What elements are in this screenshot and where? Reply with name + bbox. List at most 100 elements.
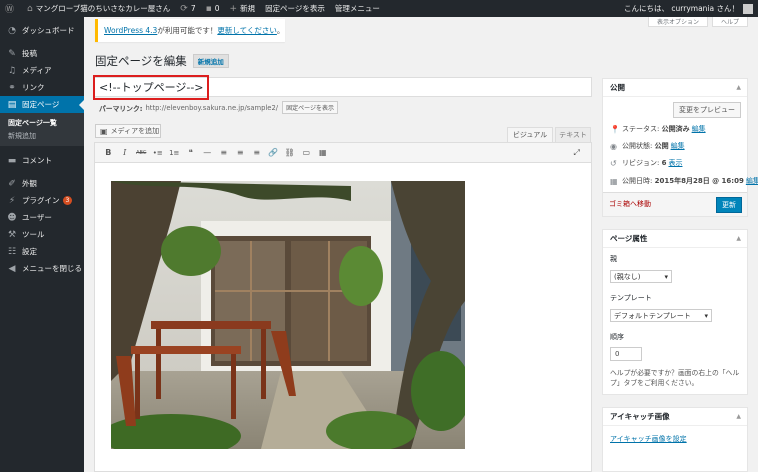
- sidebar-item-label: リンク: [22, 83, 45, 92]
- toggle-arrow-icon[interactable]: ▲: [736, 235, 741, 242]
- comment-bubble-icon: ▪: [205, 3, 212, 14]
- update-link[interactable]: 更新してください: [217, 25, 277, 36]
- sidebar-item-label: プラグイン: [22, 196, 60, 205]
- add-new-button[interactable]: 新規追加: [192, 54, 229, 68]
- revisions-label: リビジョン:: [622, 159, 660, 167]
- publish-box-header[interactable]: 公開 ▲: [603, 79, 747, 97]
- visibility-row: ◉ 公開状態: 公開 編集: [610, 141, 685, 151]
- align-left-button[interactable]: ≡: [216, 148, 233, 157]
- date-value: 2015年8月28日 @ 16:09: [654, 177, 744, 185]
- sidebar-item-label: ユーザー: [22, 213, 52, 222]
- view-page-link[interactable]: 固定ページを表示: [260, 0, 330, 17]
- tab-text[interactable]: テキスト: [555, 127, 591, 142]
- sidebar-item-posts[interactable]: ✎ 投稿: [0, 45, 84, 62]
- plugin-icon: ⚡: [8, 195, 16, 206]
- calendar-icon: ▦: [610, 176, 618, 186]
- add-media-button[interactable]: ▣ メディアを追加: [95, 124, 161, 138]
- permalink-label: パーマリンク:: [99, 104, 143, 113]
- sidebar-item-links[interactable]: ⚭ リンク: [0, 79, 84, 96]
- horizontal-line-button[interactable]: —: [199, 148, 216, 157]
- settings-icon: ☷: [7, 246, 17, 257]
- publish-date-row: ▦ 公開日時: 2015年8月28日 @ 16:09 編集: [610, 176, 758, 186]
- move-to-trash-link[interactable]: ゴミ箱へ移動: [609, 199, 651, 209]
- permalink-url[interactable]: http://elevenboy.sakura.ne.jp/sample2/: [146, 104, 279, 112]
- wordpress-icon: Ⓦ: [5, 5, 15, 15]
- unlink-button[interactable]: ⛓: [282, 148, 299, 157]
- page-heading: 固定ページを編集 新規追加: [95, 53, 229, 69]
- page-attributes-header[interactable]: ページ属性 ▲: [603, 230, 747, 248]
- toggle-arrow-icon[interactable]: ▲: [736, 413, 741, 420]
- comments-link[interactable]: ▪ 0: [201, 0, 225, 17]
- visibility-label: 公開状態:: [622, 142, 653, 150]
- submenu-all-pages[interactable]: 固定ページ一覧: [0, 116, 84, 129]
- preview-changes-button[interactable]: 変更をプレビュー: [673, 102, 741, 118]
- strikethrough-button[interactable]: ABC: [133, 150, 150, 156]
- update-button[interactable]: 更新: [716, 197, 742, 213]
- sidebar-item-dashboard[interactable]: ◔ ダッシュボード: [0, 22, 84, 39]
- sidebar-item-appearance[interactable]: ✐ 外観: [0, 175, 84, 192]
- visibility-value: 公開: [654, 142, 669, 150]
- submenu-add-new[interactable]: 新規追加: [0, 129, 84, 142]
- featured-image-header[interactable]: アイキャッチ画像 ▲: [603, 408, 747, 426]
- screen-options-tab[interactable]: 表示オプション: [647, 17, 708, 27]
- numbered-list-button[interactable]: 1≡: [166, 149, 183, 157]
- wp-logo-menu[interactable]: Ⓦ: [0, 0, 22, 17]
- set-featured-image-link[interactable]: アイキャッチ画像を設定: [610, 434, 687, 444]
- new-content-link[interactable]: + 新規: [225, 0, 261, 17]
- user-icon: ☻: [7, 212, 17, 223]
- template-select[interactable]: デフォルトテンプレート ▾: [610, 309, 712, 322]
- page-title: 固定ページを編集: [95, 54, 187, 68]
- edit-date-link[interactable]: 編集: [746, 176, 758, 186]
- admin-menu-link[interactable]: 管理メニュー: [330, 0, 385, 17]
- template-value: デフォルトテンプレート: [614, 311, 691, 320]
- blockquote-button[interactable]: ❝: [183, 148, 200, 157]
- cafe-terrace-photo[interactable]: [111, 181, 465, 449]
- version-link[interactable]: WordPress 4.3: [104, 26, 157, 35]
- toggle-arrow-icon[interactable]: ▲: [736, 84, 741, 91]
- sidebar-item-media[interactable]: ♫ メディア: [0, 62, 84, 79]
- align-right-button[interactable]: ≡: [249, 148, 266, 157]
- brush-icon: ✐: [8, 178, 16, 189]
- tab-visual[interactable]: ビジュアル: [507, 127, 553, 142]
- page-attributes-box: ページ属性 ▲ 親 (親なし) ▾ テンプレート デフォルトテンプレート ▾ 順序 0…: [602, 229, 748, 395]
- sidebar-item-tools[interactable]: ⚒ ツール: [0, 226, 84, 243]
- edit-visibility-link[interactable]: 編集: [671, 141, 685, 151]
- add-media-label: メディアを追加: [110, 127, 160, 135]
- view-revisions-link[interactable]: 表示: [668, 158, 682, 168]
- view-page-button[interactable]: 固定ページを表示: [282, 101, 338, 114]
- sidebar-item-collapse[interactable]: ◀ メニューを閉じる: [0, 260, 84, 277]
- order-input[interactable]: 0: [610, 347, 642, 361]
- sidebar-item-label: 外観: [22, 179, 37, 188]
- parent-value: (親なし): [614, 272, 641, 281]
- sidebar-item-pages[interactable]: ▤ 固定ページ: [0, 96, 84, 113]
- status-label: ステータス:: [622, 125, 660, 133]
- italic-button[interactable]: I: [117, 148, 134, 157]
- align-center-button[interactable]: ≡: [232, 148, 249, 157]
- sidebar-item-settings[interactable]: ☷ 設定: [0, 243, 84, 260]
- sidebar-item-users[interactable]: ☻ ユーザー: [0, 209, 84, 226]
- admin-bar: Ⓦ ⌂ マングローブ猫のちいさなカレー屋さん ⟳ 7 ▪ 0 + 新規 固定ページを表示…: [0, 0, 758, 17]
- pin-status-icon: 📍: [610, 124, 620, 134]
- my-account[interactable]: こんにちは、 currymania さん！: [619, 0, 758, 17]
- help-tab[interactable]: ヘルプ: [711, 17, 748, 27]
- wrench-icon: ⚒: [7, 229, 17, 240]
- sidebar-item-comments[interactable]: ▬ コメント: [0, 152, 84, 169]
- bullet-list-button[interactable]: •≡: [150, 149, 167, 157]
- read-more-button[interactable]: ▭: [298, 148, 315, 157]
- bold-button[interactable]: B: [100, 148, 117, 157]
- sidebar-item-plugins[interactable]: ⚡ プラグイン 3: [0, 192, 84, 209]
- view-page-label: 固定ページを表示: [265, 4, 325, 13]
- fullscreen-icon[interactable]: ⤢: [569, 148, 586, 158]
- parent-select[interactable]: (親なし) ▾: [610, 270, 672, 283]
- publish-actions: ゴミ箱へ移動 更新: [603, 192, 747, 216]
- updates-count: 7: [190, 4, 196, 13]
- featured-image-title: アイキャッチ画像: [610, 412, 670, 421]
- insert-link-button[interactable]: 🔗: [265, 148, 282, 157]
- content-editor[interactable]: B I ABC •≡ 1≡ ❝ — ≡ ≡ ≡ 🔗 ⛓ ▭ ▦ ⤢: [94, 142, 592, 472]
- updates-link[interactable]: ⟳ 7: [175, 0, 200, 17]
- toolbar-toggle-button[interactable]: ▦: [315, 148, 332, 157]
- status-value: 公開済み: [661, 125, 690, 133]
- sidebar-item-label: メニューを閉じる: [22, 264, 82, 273]
- edit-status-link[interactable]: 編集: [692, 124, 706, 134]
- site-name-link[interactable]: ⌂ マングローブ猫のちいさなカレー屋さん: [22, 0, 175, 17]
